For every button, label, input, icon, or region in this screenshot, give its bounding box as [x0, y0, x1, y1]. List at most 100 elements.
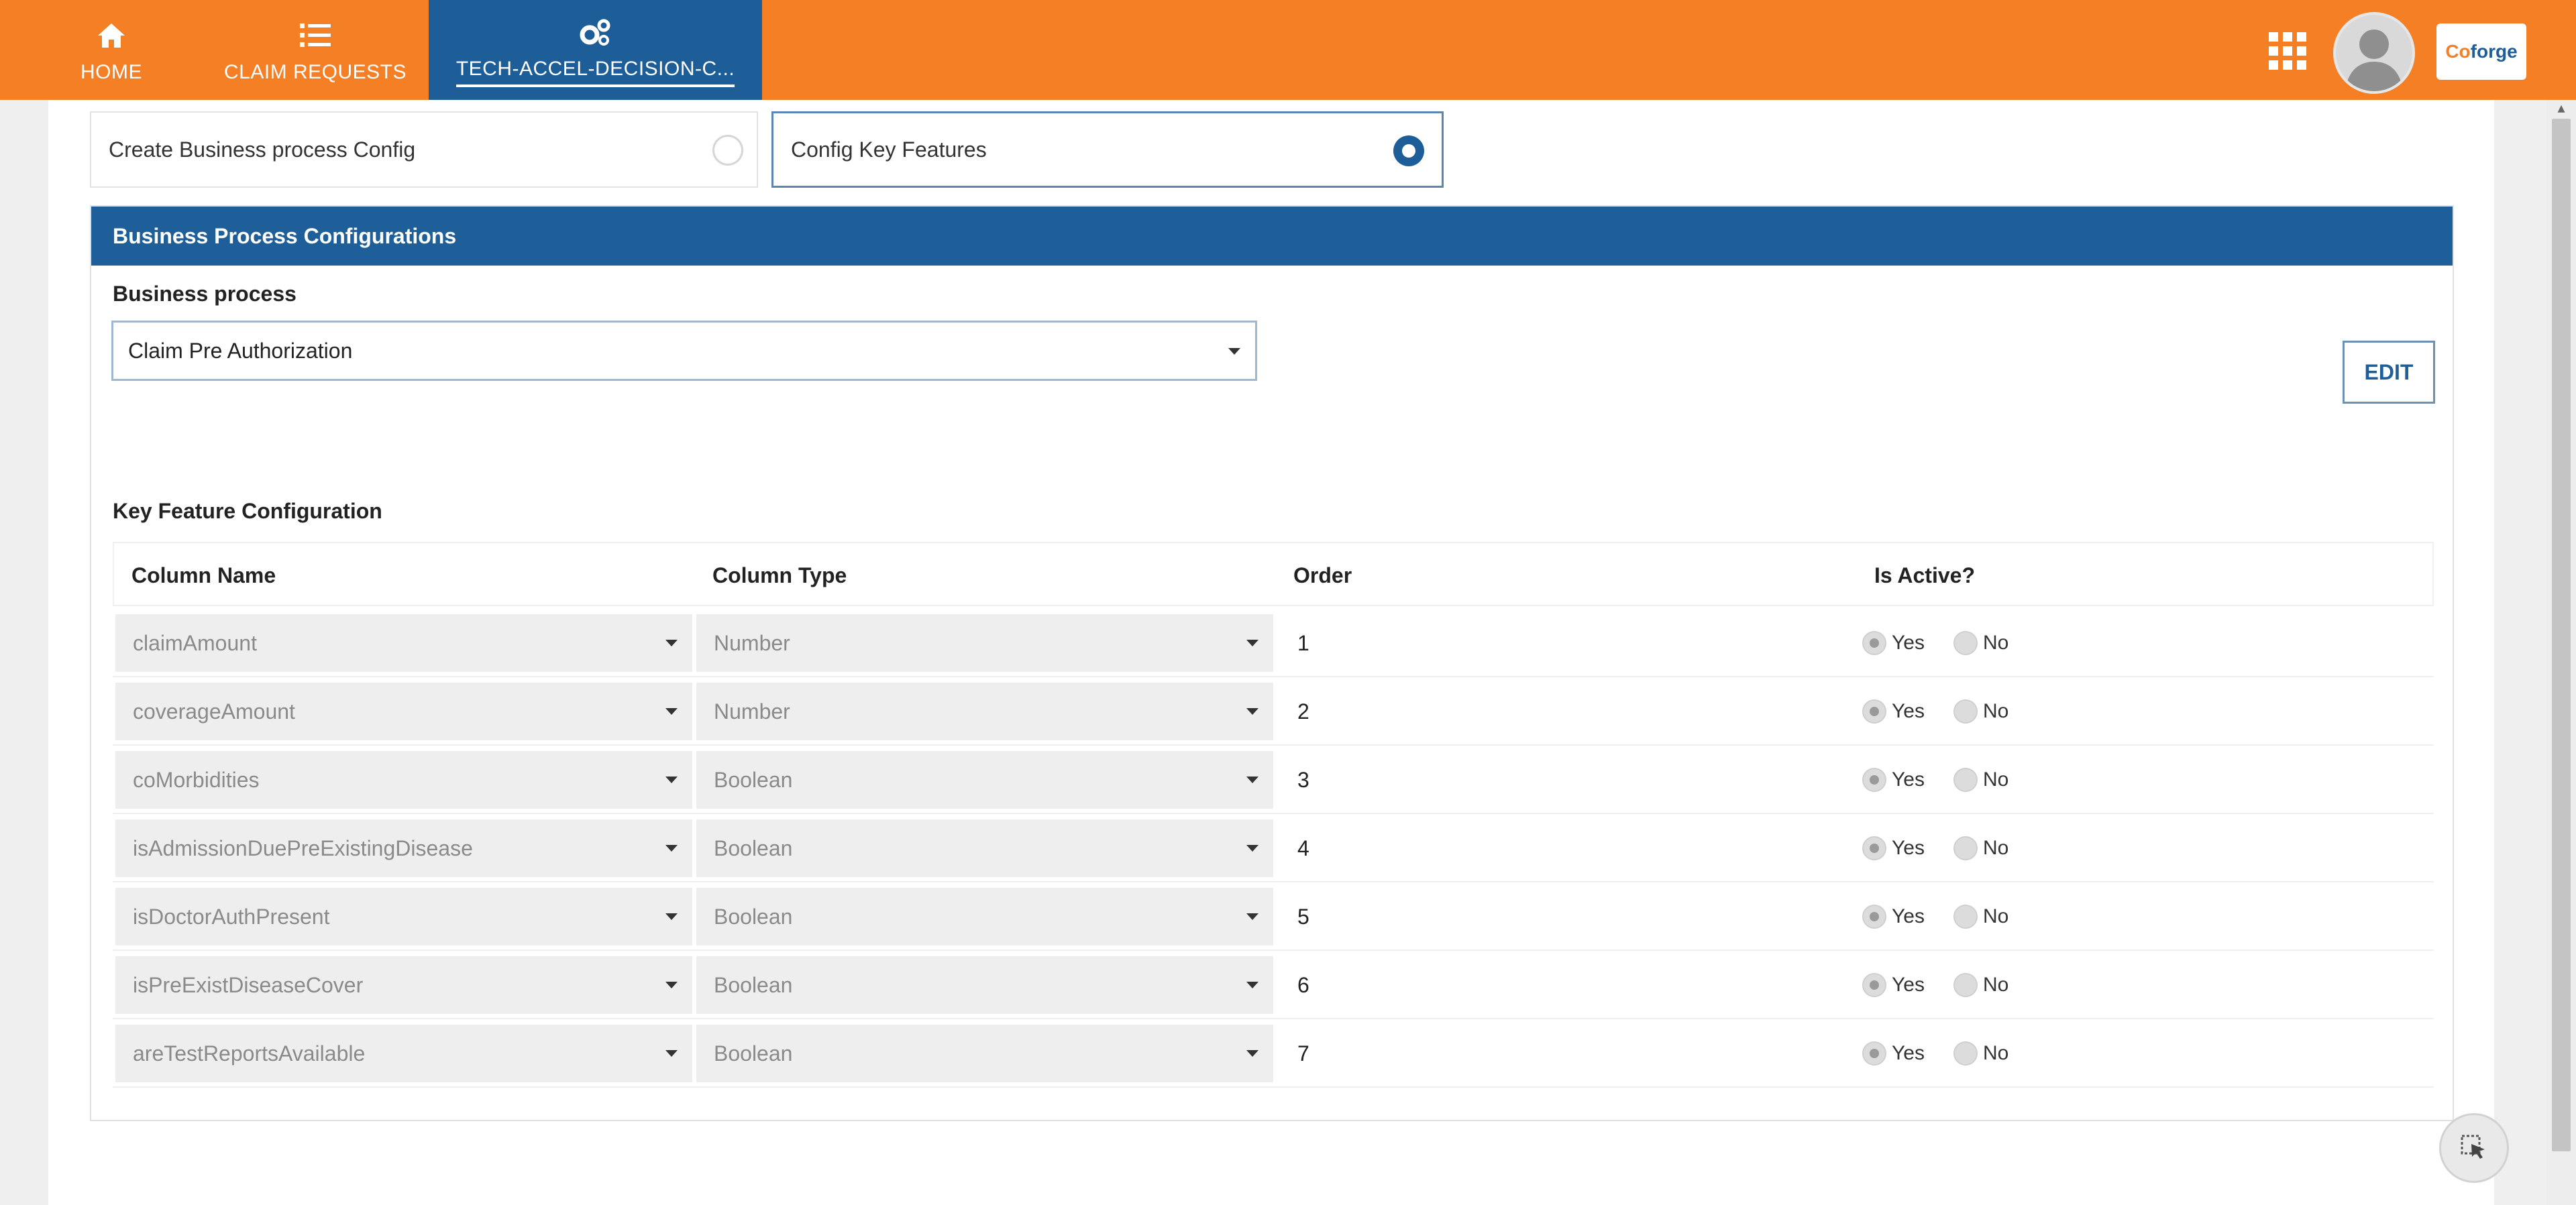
radio-yes[interactable] [1862, 631, 1886, 655]
nav-tab-label: HOME [80, 60, 142, 83]
radio-yes[interactable] [1862, 699, 1886, 724]
yes-label: Yes [1892, 837, 1925, 859]
column-type-select[interactable]: Number [696, 683, 1273, 740]
order-value: 3 [1297, 767, 1309, 792]
radio-yes[interactable] [1862, 768, 1886, 792]
active-no-radio[interactable]: No [1953, 1019, 2008, 1088]
option-config-label: Config Key Features [791, 137, 987, 162]
column-type-value: Boolean [714, 1041, 793, 1066]
active-no-radio[interactable]: No [1953, 814, 2008, 882]
table-row: claimAmount Number 1 Yes No [113, 609, 2434, 677]
nav-tab-home[interactable]: HOME [64, 0, 158, 100]
column-name-select[interactable]: isPreExistDiseaseCover [115, 956, 692, 1014]
gears-icon [578, 13, 613, 51]
yes-label: Yes [1892, 768, 1925, 791]
caret-down-icon [665, 708, 678, 715]
active-yes-radio[interactable]: Yes [1862, 814, 1925, 882]
radio-no[interactable] [1953, 905, 1978, 929]
nav-tab-label: CLAIM REQUESTS [223, 60, 407, 83]
edit-button[interactable]: EDIT [2343, 341, 2435, 404]
table-row: isPreExistDiseaseCover Boolean 6 Yes No [113, 951, 2434, 1019]
brand-logo: Co forge [2436, 23, 2526, 80]
column-name-select[interactable]: claimAmount [115, 614, 692, 672]
active-yes-radio[interactable]: Yes [1862, 882, 1925, 951]
cursor-select-icon[interactable] [2439, 1113, 2509, 1183]
radio-no[interactable] [1953, 836, 1978, 860]
column-name-select[interactable]: areTestReportsAvailable [115, 1025, 692, 1082]
active-no-radio[interactable]: No [1953, 746, 2008, 814]
radio-no[interactable] [1953, 631, 1978, 655]
nav-tab-claim-requests[interactable]: CLAIM REQUESTS [221, 0, 409, 100]
column-type-select[interactable]: Boolean [696, 956, 1273, 1014]
panel-title: Business Process Configurations [91, 207, 2453, 266]
radio-no[interactable] [1953, 768, 1978, 792]
column-name-value: claimAmount [133, 630, 257, 655]
column-type-value: Number [714, 630, 790, 655]
radio-yes[interactable] [1862, 836, 1886, 860]
yes-label: Yes [1892, 905, 1925, 927]
caret-down-icon [665, 845, 678, 852]
active-yes-radio[interactable]: Yes [1862, 609, 1925, 677]
apps-grid-icon[interactable] [2269, 32, 2306, 70]
nav-tab-label: TECH-ACCEL-DECISION-C... [455, 58, 735, 87]
radio-yes[interactable] [1862, 1041, 1886, 1066]
table-row: isDoctorAuthPresent Boolean 5 Yes No [113, 882, 2434, 951]
radio-yes[interactable] [1862, 973, 1886, 997]
active-yes-radio[interactable]: Yes [1862, 951, 1925, 1019]
column-type-select[interactable]: Boolean [696, 751, 1273, 809]
yes-label: Yes [1892, 1042, 1925, 1064]
column-type-value: Boolean [714, 767, 793, 792]
business-process-select[interactable]: Claim Pre Authorization [111, 321, 1257, 381]
active-no-radio[interactable]: No [1953, 951, 2008, 1019]
column-name-select[interactable]: isAdmissionDuePreExistingDisease [115, 819, 692, 877]
column-name-select[interactable]: coMorbidities [115, 751, 692, 809]
vertical-scrollbar[interactable]: ▴ [2546, 100, 2576, 1205]
column-type-select[interactable]: Number [696, 614, 1273, 672]
radio-config[interactable] [1393, 135, 1424, 166]
no-label: No [1983, 905, 2009, 927]
option-create-business-process[interactable]: Create Business process Config [90, 111, 758, 188]
column-name-value: coverageAmount [133, 699, 295, 724]
business-process-label: Business process [113, 282, 297, 306]
option-create-label: Create Business process Config [109, 137, 416, 162]
active-no-radio[interactable]: No [1953, 609, 2008, 677]
caret-down-icon [1246, 640, 1258, 646]
column-type-select[interactable]: Boolean [696, 1025, 1273, 1082]
caret-down-icon [665, 913, 678, 920]
radio-yes[interactable] [1862, 905, 1886, 929]
brand-suffix: forge [2470, 41, 2518, 62]
active-no-radio[interactable]: No [1953, 882, 2008, 951]
column-name-value: coMorbidities [133, 767, 260, 792]
column-type-select[interactable]: Boolean [696, 819, 1273, 877]
user-avatar-icon[interactable] [2333, 12, 2415, 94]
no-label: No [1983, 974, 2009, 996]
order-value: 2 [1297, 699, 1309, 724]
no-label: No [1983, 1042, 2009, 1064]
caret-down-icon [1246, 982, 1258, 988]
caret-down-icon [1246, 708, 1258, 715]
radio-no[interactable] [1953, 1041, 1978, 1066]
option-config-key-features[interactable]: Config Key Features [771, 111, 1444, 188]
no-label: No [1983, 632, 2009, 654]
active-no-radio[interactable]: No [1953, 677, 2008, 746]
top-nav-bar: HOME CLAIM REQUESTS TECH-ACCEL-DECISION-… [0, 0, 2576, 100]
caret-down-icon [1246, 845, 1258, 852]
th-is-active: Is Active? [1874, 563, 1975, 587]
chevron-up-icon[interactable]: ▴ [2553, 101, 2569, 115]
active-yes-radio[interactable]: Yes [1862, 1019, 1925, 1088]
radio-no[interactable] [1953, 973, 1978, 997]
radio-no[interactable] [1953, 699, 1978, 724]
scroll-thumb[interactable] [2552, 119, 2571, 1151]
order-value: 4 [1297, 836, 1309, 860]
nav-tab-tech-accel[interactable]: TECH-ACCEL-DECISION-C... [429, 0, 762, 100]
business-process-value: Claim Pre Authorization [128, 338, 353, 363]
radio-create[interactable] [712, 135, 743, 166]
column-type-select[interactable]: Boolean [696, 888, 1273, 945]
column-name-select[interactable]: coverageAmount [115, 683, 692, 740]
column-name-select[interactable]: isDoctorAuthPresent [115, 888, 692, 945]
column-type-value: Number [714, 699, 790, 724]
yes-label: Yes [1892, 632, 1925, 654]
active-yes-radio[interactable]: Yes [1862, 677, 1925, 746]
active-yes-radio[interactable]: Yes [1862, 746, 1925, 814]
caret-down-icon [665, 777, 678, 783]
